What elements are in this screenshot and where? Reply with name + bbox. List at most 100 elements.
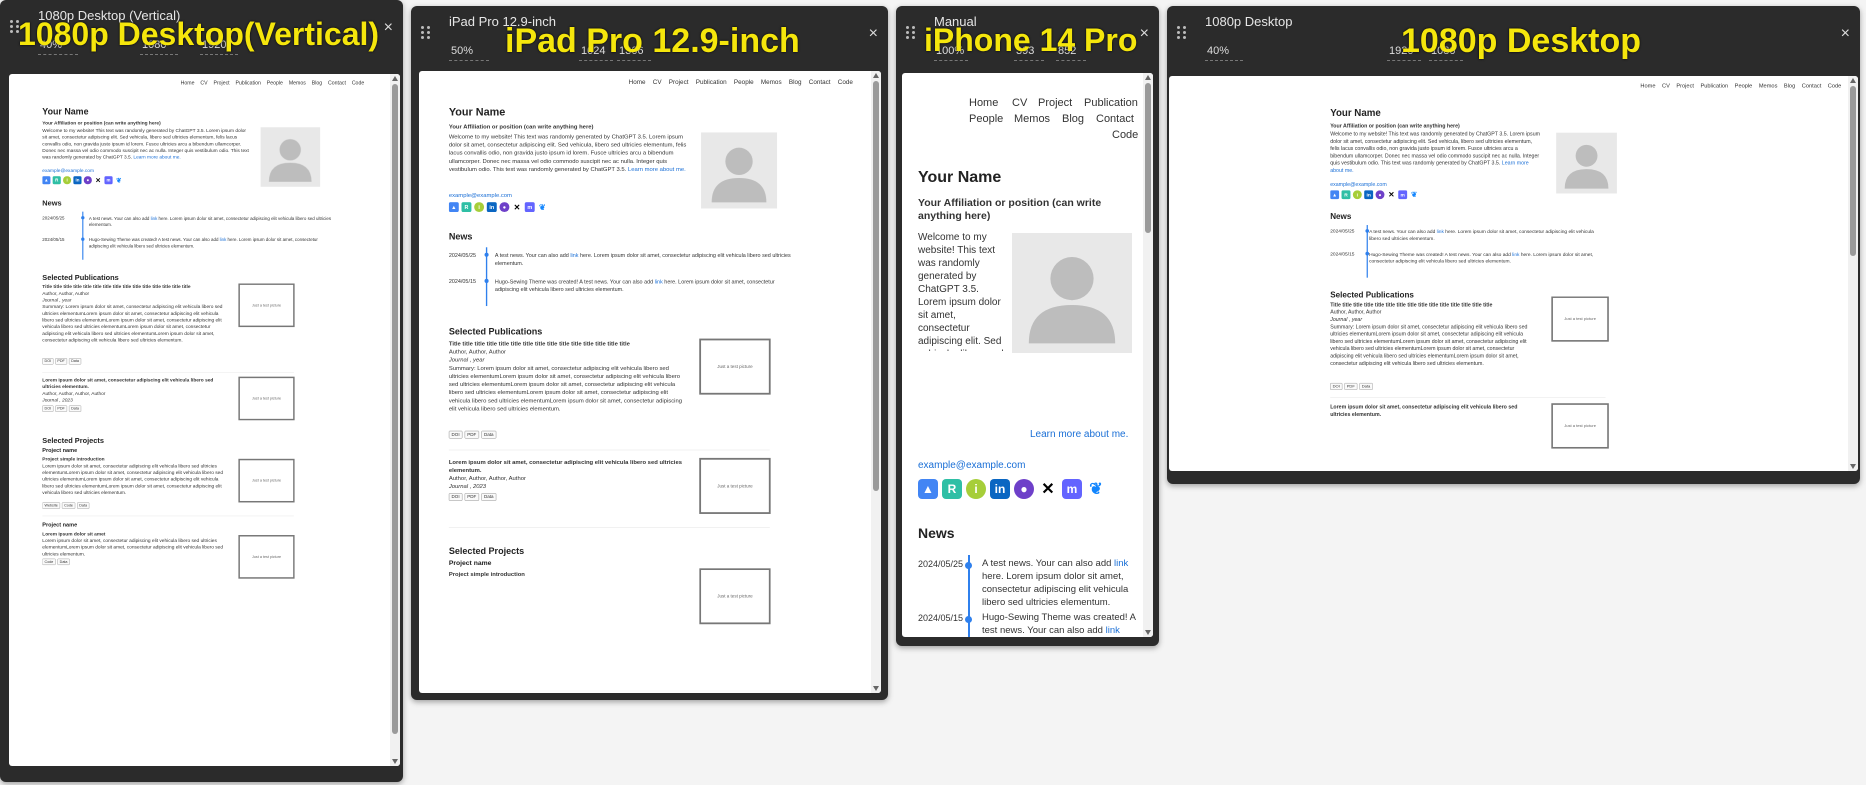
nav-people[interactable]: People — [1735, 82, 1753, 88]
email-link[interactable]: example@example.com — [449, 191, 512, 199]
doi-button[interactable]: DOI — [42, 405, 54, 412]
nav-people[interactable]: People — [734, 78, 754, 85]
nav-blog[interactable]: Blog — [312, 80, 322, 86]
height-field[interactable]: 852 — [1056, 42, 1086, 61]
nav-project[interactable]: Project — [1676, 82, 1694, 88]
linkedin-icon[interactable]: in — [1364, 190, 1374, 200]
website-button[interactable]: Website — [42, 502, 61, 509]
email-link[interactable]: example@example.com — [42, 167, 94, 174]
linkedin-icon[interactable]: in — [486, 202, 497, 213]
device-frame-ipad[interactable]: iPad Pro 12.9-inch 50% 1024 1366 × iPad … — [411, 6, 888, 700]
nav-contact[interactable]: Contact — [328, 80, 346, 86]
github-icon[interactable]: ● — [1375, 190, 1385, 200]
nav-blog[interactable]: Blog — [789, 78, 802, 85]
nav-people[interactable]: People — [969, 113, 1003, 125]
nav-code[interactable]: Code — [838, 78, 853, 85]
google-scholar-icon[interactable]: ▲ — [918, 479, 938, 499]
pdf-button[interactable]: PDF — [55, 358, 68, 365]
nav-home[interactable]: Home — [181, 80, 195, 86]
researchgate-icon[interactable]: R — [52, 176, 61, 185]
nav-home[interactable]: Home — [1640, 82, 1655, 88]
nav-contact[interactable]: Contact — [1096, 113, 1134, 125]
nav-project[interactable]: Project — [669, 78, 689, 85]
nav-publication[interactable]: Publication — [1084, 97, 1138, 109]
email-link[interactable]: example@example.com — [1330, 180, 1387, 187]
nav-cv[interactable]: CV — [1012, 97, 1027, 109]
viewport[interactable]: Home CV Project Publication People Memos Blog C… — [419, 71, 881, 693]
close-icon[interactable]: × — [384, 20, 393, 36]
frame-title[interactable]: iPad Pro 12.9-inch — [449, 14, 556, 29]
frame-title[interactable]: 1080p Desktop (Vertical) — [38, 8, 180, 23]
nav-code[interactable]: Code — [1112, 129, 1138, 141]
x-icon[interactable]: ✕ — [94, 176, 103, 185]
drag-handle-icon[interactable] — [906, 26, 918, 40]
close-icon[interactable]: × — [869, 26, 878, 42]
bluesky-icon[interactable]: ❦ — [114, 176, 123, 185]
data-button[interactable]: Data — [57, 558, 70, 565]
nav-blog[interactable]: Blog — [1784, 82, 1795, 88]
nav-memos[interactable]: Memos — [1014, 113, 1050, 125]
drag-handle-icon[interactable] — [1177, 26, 1189, 40]
frame-header[interactable]: Manual 100% 393 852 × — [896, 6, 1159, 72]
pdf-button[interactable]: PDF — [464, 430, 480, 439]
zoom-field[interactable]: 50% — [449, 42, 489, 61]
viewport[interactable]: Home CV Project Publication People Memos Blog C… — [9, 74, 400, 766]
nav-contact[interactable]: Contact — [809, 78, 831, 85]
researchgate-icon[interactable]: R — [942, 479, 962, 499]
data-button[interactable]: Data — [68, 405, 82, 412]
learn-more-link[interactable]: Learn more about me. — [133, 154, 180, 160]
orcid-icon[interactable]: i — [1352, 190, 1362, 200]
zoom-field[interactable]: 40% — [1205, 42, 1243, 61]
nav-home[interactable]: Home — [969, 97, 998, 109]
frame-header[interactable]: 1080p Desktop (Vertical) 40% 1080 1920 × — [0, 0, 403, 66]
doi-button[interactable]: DOI — [42, 358, 54, 365]
nav-project[interactable]: Project — [213, 80, 229, 86]
nav-cv[interactable]: CV — [1662, 82, 1670, 88]
scrollbar[interactable] — [871, 71, 881, 693]
frame-header[interactable]: 1080p Desktop 40% 1920 1080 × — [1167, 6, 1860, 72]
bluesky-icon[interactable]: ❦ — [537, 202, 548, 213]
width-field[interactable]: 1080 — [140, 36, 178, 55]
site-nav[interactable]: Home CV Project Publication People Memos Blog C… — [1634, 82, 1841, 88]
nav-publication[interactable]: Publication — [1700, 82, 1728, 88]
data-button[interactable]: Data — [481, 430, 497, 439]
x-icon[interactable]: ✕ — [512, 202, 523, 213]
nav-publication[interactable]: Publication — [236, 80, 261, 86]
nav-home[interactable]: Home — [629, 78, 646, 85]
x-icon[interactable]: ✕ — [1038, 479, 1058, 499]
width-field[interactable]: 393 — [1014, 42, 1044, 61]
bluesky-icon[interactable]: ❦ — [1086, 479, 1106, 499]
viewport[interactable]: Home CV Project Publication People Memos Blog C… — [1169, 76, 1858, 471]
scrollbar[interactable] — [1143, 73, 1153, 637]
email-link[interactable]: example@example.com — [918, 457, 1025, 475]
data-button[interactable]: Data — [1359, 382, 1373, 390]
pdf-button[interactable]: PDF — [55, 405, 68, 412]
height-field[interactable]: 1080 — [1429, 42, 1463, 61]
device-frame-iphone[interactable]: Manual 100% 393 852 × iPhone 14 Pro Home… — [896, 6, 1159, 646]
google-scholar-icon[interactable]: ▲ — [42, 176, 51, 185]
nav-cv[interactable]: CV — [653, 78, 662, 85]
nav-cv[interactable]: CV — [200, 80, 207, 86]
height-field[interactable]: 1920 — [200, 36, 238, 55]
x-icon[interactable]: ✕ — [1386, 190, 1396, 200]
close-icon[interactable]: × — [1841, 26, 1850, 42]
pdf-button[interactable]: PDF — [464, 493, 480, 501]
nav-code[interactable]: Code — [352, 80, 364, 86]
researchgate-icon[interactable]: R — [461, 202, 472, 213]
mastodon-icon[interactable]: m — [1062, 479, 1082, 499]
width-field[interactable]: 1024 — [579, 42, 613, 61]
drag-handle-icon[interactable] — [10, 20, 22, 34]
mastodon-icon[interactable]: m — [104, 176, 113, 185]
github-icon[interactable]: ● — [83, 176, 92, 185]
mastodon-icon[interactable]: m — [524, 202, 535, 213]
nav-code[interactable]: Code — [1828, 82, 1842, 88]
nav-contact[interactable]: Contact — [1802, 82, 1822, 88]
viewport[interactable]: Home CV Project Publication People Memos… — [902, 73, 1153, 637]
learn-more-link[interactable]: Learn more about me. — [628, 165, 686, 172]
data-button[interactable]: Data — [77, 502, 90, 509]
doi-button[interactable]: DOI — [448, 493, 463, 501]
frame-title[interactable]: Manual — [934, 14, 977, 29]
google-scholar-icon[interactable]: ▲ — [1330, 190, 1340, 200]
width-field[interactable]: 1920 — [1387, 42, 1421, 61]
learn-more-link[interactable]: Learn more about me. — [1030, 428, 1128, 441]
